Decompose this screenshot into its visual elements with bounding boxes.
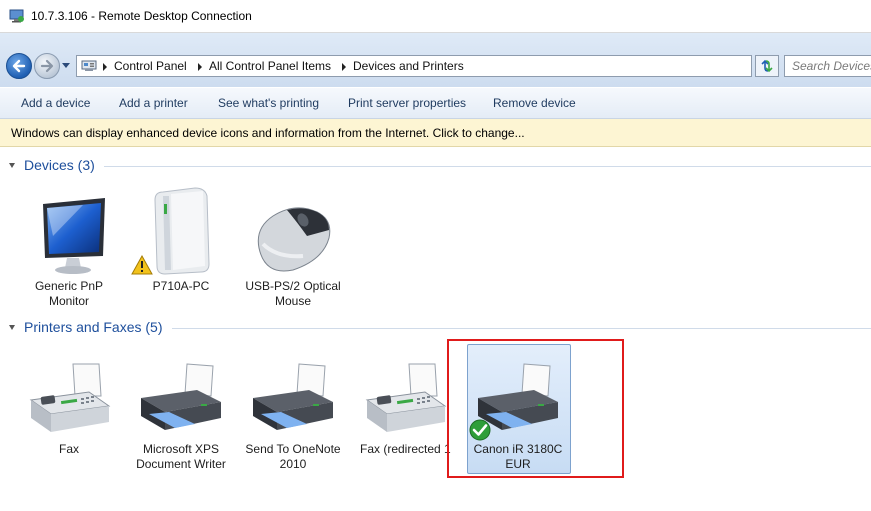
breadcrumb-separator[interactable]	[103, 63, 107, 71]
fax-icon	[29, 363, 111, 432]
printer-icon	[253, 363, 333, 430]
remote-desktop-icon	[9, 9, 24, 23]
add-device-button[interactable]: Add a device	[21, 96, 90, 110]
add-printer-button[interactable]: Add a printer	[119, 96, 188, 110]
info-bar[interactable]: Windows can display enhanced device icon…	[0, 119, 871, 147]
address-bar[interactable]: Control Panel All Control Panel Items De…	[76, 55, 823, 77]
monitor-icon	[43, 198, 105, 274]
printers-group-title: Printers and Faxes (5)	[24, 319, 163, 335]
refresh-icon	[761, 59, 773, 73]
breadcrumb-separator[interactable]	[198, 63, 202, 71]
group-divider	[104, 166, 871, 167]
mouse-icon	[257, 207, 331, 272]
device-label: Generic PnP Monitor	[34, 279, 104, 308]
device-item-mouse[interactable]: USB-PS/2 Optical Mouse	[239, 186, 347, 311]
breadcrumb-devices-and-printers[interactable]: Devices and Printers	[353, 59, 464, 73]
warning-icon	[131, 255, 153, 275]
devices-group-header[interactable]: Devices (3)	[0, 157, 871, 177]
command-bar: Add a device Add a printer See what's pr…	[0, 88, 871, 119]
info-bar-text[interactable]: Windows can display enhanced device icon…	[11, 126, 525, 140]
breadcrumb-all-control-panel-items[interactable]: All Control Panel Items	[209, 59, 331, 73]
search-input[interactable]: Search Devices	[784, 55, 871, 77]
device-label: USB-PS/2 Optical Mouse	[245, 279, 341, 308]
printer-label: Fax	[58, 442, 79, 456]
highlight-annotation-box	[447, 339, 624, 478]
back-button[interactable]	[6, 53, 32, 79]
control-panel-icon	[81, 60, 97, 71]
print-server-properties-button[interactable]: Print server properties	[348, 96, 466, 110]
printer-label: Microsoft XPS Document Writer	[136, 442, 226, 471]
fax-icon	[365, 363, 447, 432]
remove-device-button[interactable]: Remove device	[493, 96, 576, 110]
back-arrow-icon	[12, 59, 26, 73]
printers-group-header[interactable]: Printers and Faxes (5)	[0, 319, 871, 339]
navigation-bar: Control Panel All Control Panel Items De…	[0, 33, 871, 87]
see-whats-printing-button[interactable]: See what's printing	[218, 96, 319, 110]
device-label: P710A-PC	[152, 279, 210, 293]
printer-icon	[141, 363, 221, 430]
group-divider	[172, 328, 871, 329]
devices-group-title: Devices (3)	[24, 157, 95, 173]
printer-item-xps[interactable]: Microsoft XPS Document Writer	[127, 356, 235, 474]
window-title: 10.7.3.106 - Remote Desktop Connection	[31, 9, 252, 23]
printer-item-fax[interactable]: Fax	[15, 356, 123, 466]
device-item-computer[interactable]: P710A-PC	[127, 186, 235, 296]
printer-label: Send To OneNote 2010	[245, 442, 341, 471]
refresh-button[interactable]	[755, 55, 779, 77]
search-placeholder: Search Devices	[792, 59, 871, 73]
window-title-bar: 10.7.3.106 - Remote Desktop Connection	[0, 0, 871, 33]
printer-item-fax-redirected[interactable]: Fax (redirected 1	[351, 356, 459, 466]
recent-pages-dropdown[interactable]	[62, 63, 70, 68]
breadcrumb-control-panel[interactable]: Control Panel	[114, 59, 187, 73]
collapse-chevron-icon[interactable]	[9, 325, 15, 330]
collapse-chevron-icon[interactable]	[9, 163, 15, 168]
device-item-monitor[interactable]: Generic PnP Monitor	[15, 186, 123, 311]
forward-arrow-icon	[40, 59, 54, 73]
forward-button[interactable]	[34, 53, 60, 79]
breadcrumb-separator[interactable]	[342, 63, 346, 71]
printer-item-onenote[interactable]: Send To OneNote 2010	[239, 356, 347, 474]
